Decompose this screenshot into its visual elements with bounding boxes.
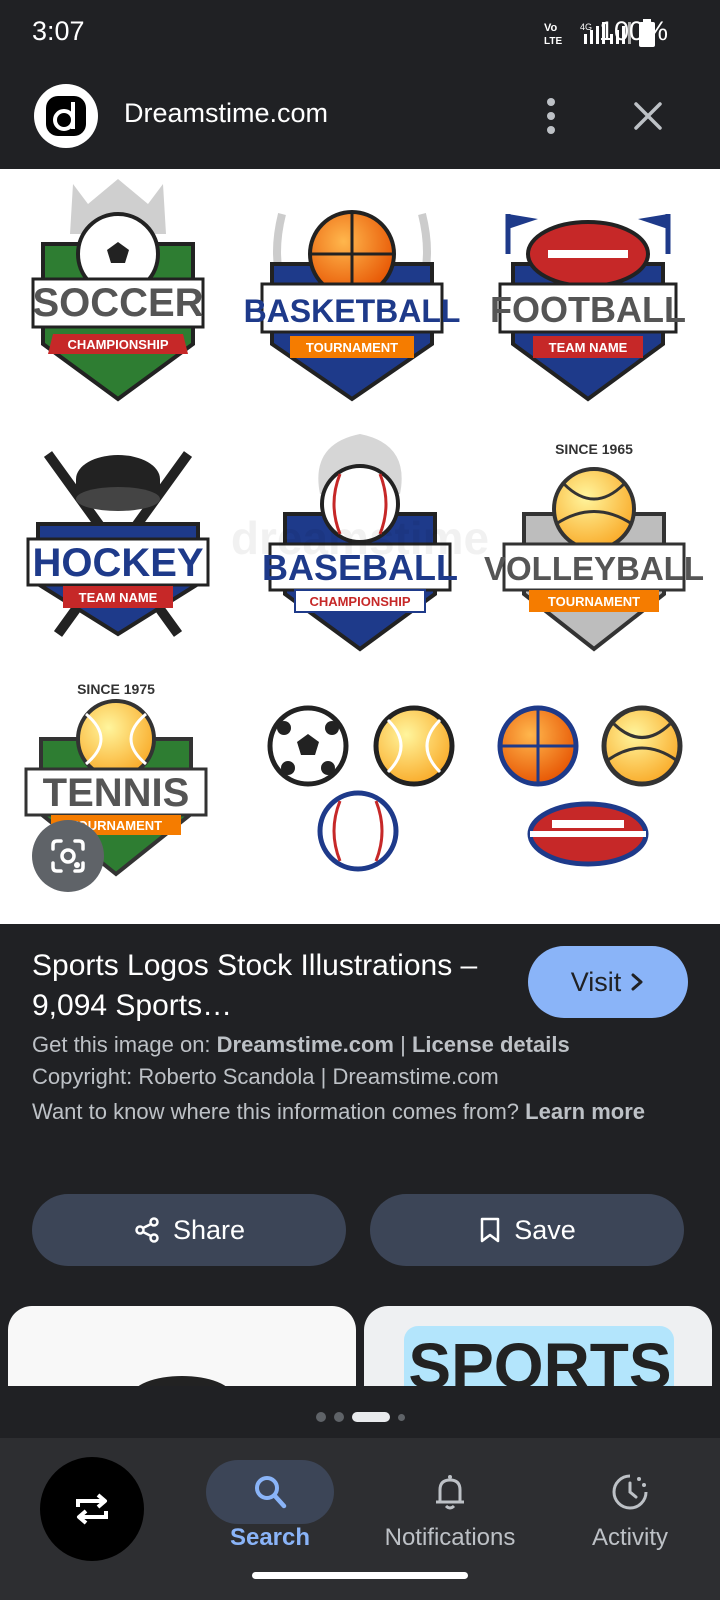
- football-ball: [527, 801, 649, 867]
- svg-text:Vo: Vo: [544, 22, 558, 34]
- soccer-badge-ribbon: CHAMPIONSHIP: [67, 337, 168, 352]
- battery-percent: 100%: [598, 16, 668, 46]
- info-source-line: Want to know where this information come…: [32, 1096, 672, 1128]
- bell-icon: [436, 1475, 464, 1510]
- source-prefix: Get this image on:: [32, 1032, 211, 1057]
- dreamstime-logo-icon: [46, 96, 86, 136]
- floating-switch-button[interactable]: [40, 1457, 144, 1561]
- basketball-badge-title: BASKETBALL: [244, 293, 461, 329]
- volleyball-badge-title: VOLLEYBALL: [484, 550, 704, 587]
- related-image-1[interactable]: [8, 1306, 356, 1386]
- sports-logos-illustration: SOCCER CHAMPIONSHIP BASKETBALL TOURNAMEN…: [24, 179, 704, 877]
- volte-icon: Vo LTE: [544, 22, 562, 46]
- gesture-handle[interactable]: [252, 1572, 468, 1579]
- baseball-badge-ribbon: CHAMPIONSHIP: [309, 594, 410, 609]
- repeat-icon: [76, 1493, 108, 1525]
- site-logo[interactable]: [34, 84, 98, 148]
- save-label: Save: [514, 1214, 576, 1245]
- lens-search-button[interactable]: [32, 820, 104, 892]
- site-name[interactable]: Dreamstime.com: [124, 98, 328, 129]
- hockey-badge-title: HOCKEY: [32, 541, 203, 585]
- hockey-badge: HOCKEY TEAM NAME: [26, 451, 210, 637]
- nav-notifications[interactable]: Notifications: [360, 1450, 540, 1560]
- visit-button[interactable]: Visit: [528, 946, 688, 1018]
- watermark: dreamstime: [231, 512, 489, 564]
- share-label: Share: [172, 1214, 246, 1245]
- volleyball-badge-since: SINCE 1965: [555, 441, 633, 457]
- search-icon: [255, 1476, 287, 1509]
- football-badge: FOOTBALL TEAM NAME: [490, 214, 686, 402]
- tennis-ball: [373, 705, 455, 787]
- basketball-badge-ribbon: TOURNAMENT: [306, 340, 398, 355]
- indicator-dot-active: [351, 1412, 390, 1422]
- viewer-header: Dreamstime.com: [0, 66, 720, 169]
- related-image-2-text: SPORTS: [408, 1330, 671, 1386]
- soccer-badge-title: SOCCER: [32, 281, 203, 325]
- tennis-badge-since: SINCE 1975: [77, 681, 155, 697]
- football-badge-ribbon: TEAM NAME: [549, 340, 628, 355]
- clock: 3:07: [32, 16, 85, 46]
- related-image-2-preview: SPORTS: [404, 1326, 674, 1386]
- share-button[interactable]: Share: [32, 1194, 346, 1266]
- nav-notifications-label: Notifications: [384, 1524, 516, 1551]
- baseball-ball: [317, 790, 399, 872]
- visit-label: Visit: [570, 966, 622, 997]
- activity-icon: [612, 1474, 648, 1510]
- soccer-ball: [267, 705, 349, 787]
- football-badge-title: FOOTBALL: [490, 289, 686, 330]
- google-lens-icon: [51, 839, 85, 873]
- basketball-ball: [497, 705, 579, 787]
- copyright-line: Copyright: Roberto Scandola | Dreamstime…: [32, 1064, 499, 1089]
- hockey-badge-ribbon: TEAM NAME: [79, 590, 158, 605]
- share-icon: [135, 1217, 159, 1243]
- more-options-icon[interactable]: [536, 96, 566, 136]
- indicator-dot: [315, 1412, 326, 1422]
- source-separator: |: [400, 1032, 406, 1057]
- svg-text:LTE: LTE: [544, 36, 562, 46]
- volleyball-badge: SINCE 1965 VOLLEYBALL TOURNAMENT: [484, 441, 704, 652]
- source-site-link[interactable]: Dreamstime.com: [217, 1032, 394, 1057]
- nav-search[interactable]: Search: [180, 1450, 360, 1560]
- volleyball-badge-ribbon: TOURNAMENT: [548, 594, 640, 609]
- indicator-dot: [397, 1413, 405, 1421]
- close-icon[interactable]: [628, 96, 668, 136]
- license-details-link[interactable]: License details: [412, 1032, 570, 1057]
- basketball-badge: BASKETBALL TOURNAMENT: [244, 210, 461, 402]
- bookmark-icon: [480, 1217, 500, 1243]
- nav-activity-label: Activity: [591, 1524, 668, 1551]
- related-image-2[interactable]: SPORTS: [364, 1306, 712, 1386]
- image-title[interactable]: Sports Logos Stock Illustrations – 9,094…: [32, 946, 492, 1026]
- related-image-1-preview: [138, 1376, 226, 1386]
- source-line: Get this image on: Dreamstime.com | Lice…: [32, 1032, 570, 1058]
- volleyball-ball: [601, 705, 683, 787]
- nav-search-label: Search: [229, 1524, 311, 1551]
- sports-logos-image[interactable]: SOCCER CHAMPIONSHIP BASKETBALL TOURNAMEN…: [0, 169, 720, 924]
- carousel-indicator: [0, 1406, 720, 1428]
- save-button[interactable]: Save: [370, 1194, 684, 1266]
- soccer-badge: SOCCER CHAMPIONSHIP: [31, 179, 205, 402]
- nav-activity[interactable]: Activity: [540, 1450, 720, 1560]
- chevron-right-icon: [631, 973, 643, 991]
- learn-more-link[interactable]: Learn more: [525, 1099, 645, 1124]
- tennis-badge-title: TENNIS: [43, 771, 190, 815]
- indicator-dot: [333, 1412, 344, 1422]
- status-bar: 3:07 Vo LTE 4G 100%: [0, 0, 720, 66]
- info-source-prefix: Want to know where this information come…: [32, 1099, 520, 1124]
